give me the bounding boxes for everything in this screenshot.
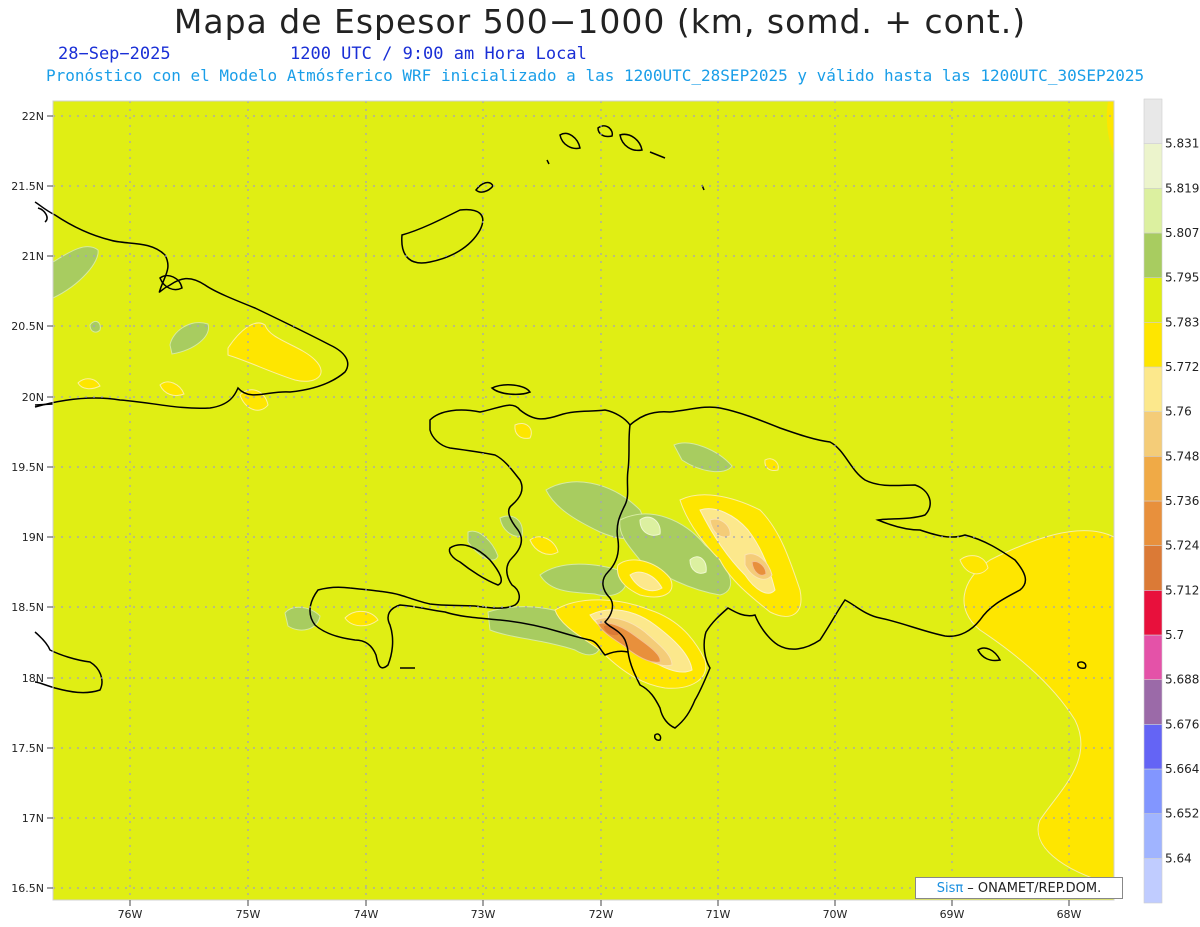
legend-label: 5.712 — [1165, 583, 1199, 597]
legend-swatch — [1143, 456, 1163, 502]
lon-label: 73W — [471, 908, 496, 921]
legend-swatch — [1143, 724, 1163, 770]
legend-label: 5.831 — [1165, 137, 1199, 151]
legend-label: 5.819 — [1165, 181, 1199, 195]
lat-label: 19.5N — [11, 461, 44, 474]
legend-swatch — [1143, 679, 1163, 725]
lon-label: 71W — [706, 908, 731, 921]
lon-label: 72W — [589, 908, 614, 921]
legend-label: 5.736 — [1165, 494, 1199, 508]
legend-swatch — [1143, 98, 1163, 144]
legend-label: 5.807 — [1165, 226, 1199, 240]
legend-label: 5.688 — [1165, 673, 1199, 687]
latitude-labels: 22N 21.5N 21N 20.5N 20N 19.5N 19N 18.5N … — [11, 110, 44, 895]
legend-swatch — [1143, 545, 1163, 591]
legend-swatch — [1143, 858, 1163, 904]
thickness-map: 22N 21.5N 21N 20.5N 20N 19.5N 19N 18.5N … — [11, 98, 1199, 921]
lat-label: 16.5N — [11, 882, 44, 895]
credit-text: – ONAMET/REP.DOM. — [967, 880, 1102, 896]
lat-label: 18N — [22, 672, 44, 685]
legend-swatch — [1143, 322, 1163, 368]
credit-brand: Sisπ — [936, 880, 964, 896]
legend-swatch — [1143, 500, 1163, 546]
legend-swatch — [1143, 188, 1163, 234]
legend-label: 5.724 — [1165, 539, 1199, 553]
lon-label: 75W — [236, 908, 261, 921]
legend-swatch — [1143, 277, 1163, 323]
legend-label: 5.664 — [1165, 762, 1199, 776]
lat-label: 21N — [22, 250, 44, 263]
lat-label: 17.5N — [11, 742, 44, 755]
lat-label: 22N — [22, 110, 44, 123]
color-legend: 5.64 5.652 5.664 5.676 5.688 5.7 5.712 5.724 5.7… — [1143, 98, 1199, 904]
legend-swatch — [1143, 366, 1163, 412]
legend-label: 5.76 — [1165, 405, 1192, 419]
lat-label: 17N — [22, 812, 44, 825]
credit-box: Sisπ – ONAMET/REP.DOM. — [915, 877, 1123, 899]
legend-swatch — [1143, 143, 1163, 189]
legend-swatch — [1143, 768, 1163, 814]
legend-swatch — [1143, 411, 1163, 457]
legend-label: 5.795 — [1165, 271, 1199, 285]
lon-label: 70W — [823, 908, 848, 921]
legend-label: 5.772 — [1165, 360, 1199, 374]
lon-label: 69W — [940, 908, 965, 921]
legend-label: 5.748 — [1165, 449, 1199, 463]
longitude-labels: 76W 75W 74W 73W 72W 71W 70W 69W 68W — [118, 908, 1082, 921]
lat-label: 18.5N — [11, 601, 44, 614]
legend-label: 5.64 — [1165, 851, 1192, 865]
lat-label: 20N — [22, 391, 44, 404]
legend-swatch — [1143, 232, 1163, 278]
legend-swatch — [1143, 590, 1163, 636]
legend-swatch — [1143, 634, 1163, 680]
legend-label: 5.7 — [1165, 628, 1184, 642]
lat-label: 20.5N — [11, 320, 44, 333]
lon-label: 74W — [354, 908, 379, 921]
lon-label: 68W — [1057, 908, 1082, 921]
legend-label: 5.676 — [1165, 717, 1199, 731]
lon-label: 76W — [118, 908, 143, 921]
legend-label: 5.783 — [1165, 315, 1199, 329]
legend-swatch — [1143, 813, 1163, 859]
legend-label: 5.652 — [1165, 807, 1199, 821]
lat-label: 21.5N — [11, 180, 44, 193]
lat-label: 19N — [22, 531, 44, 544]
